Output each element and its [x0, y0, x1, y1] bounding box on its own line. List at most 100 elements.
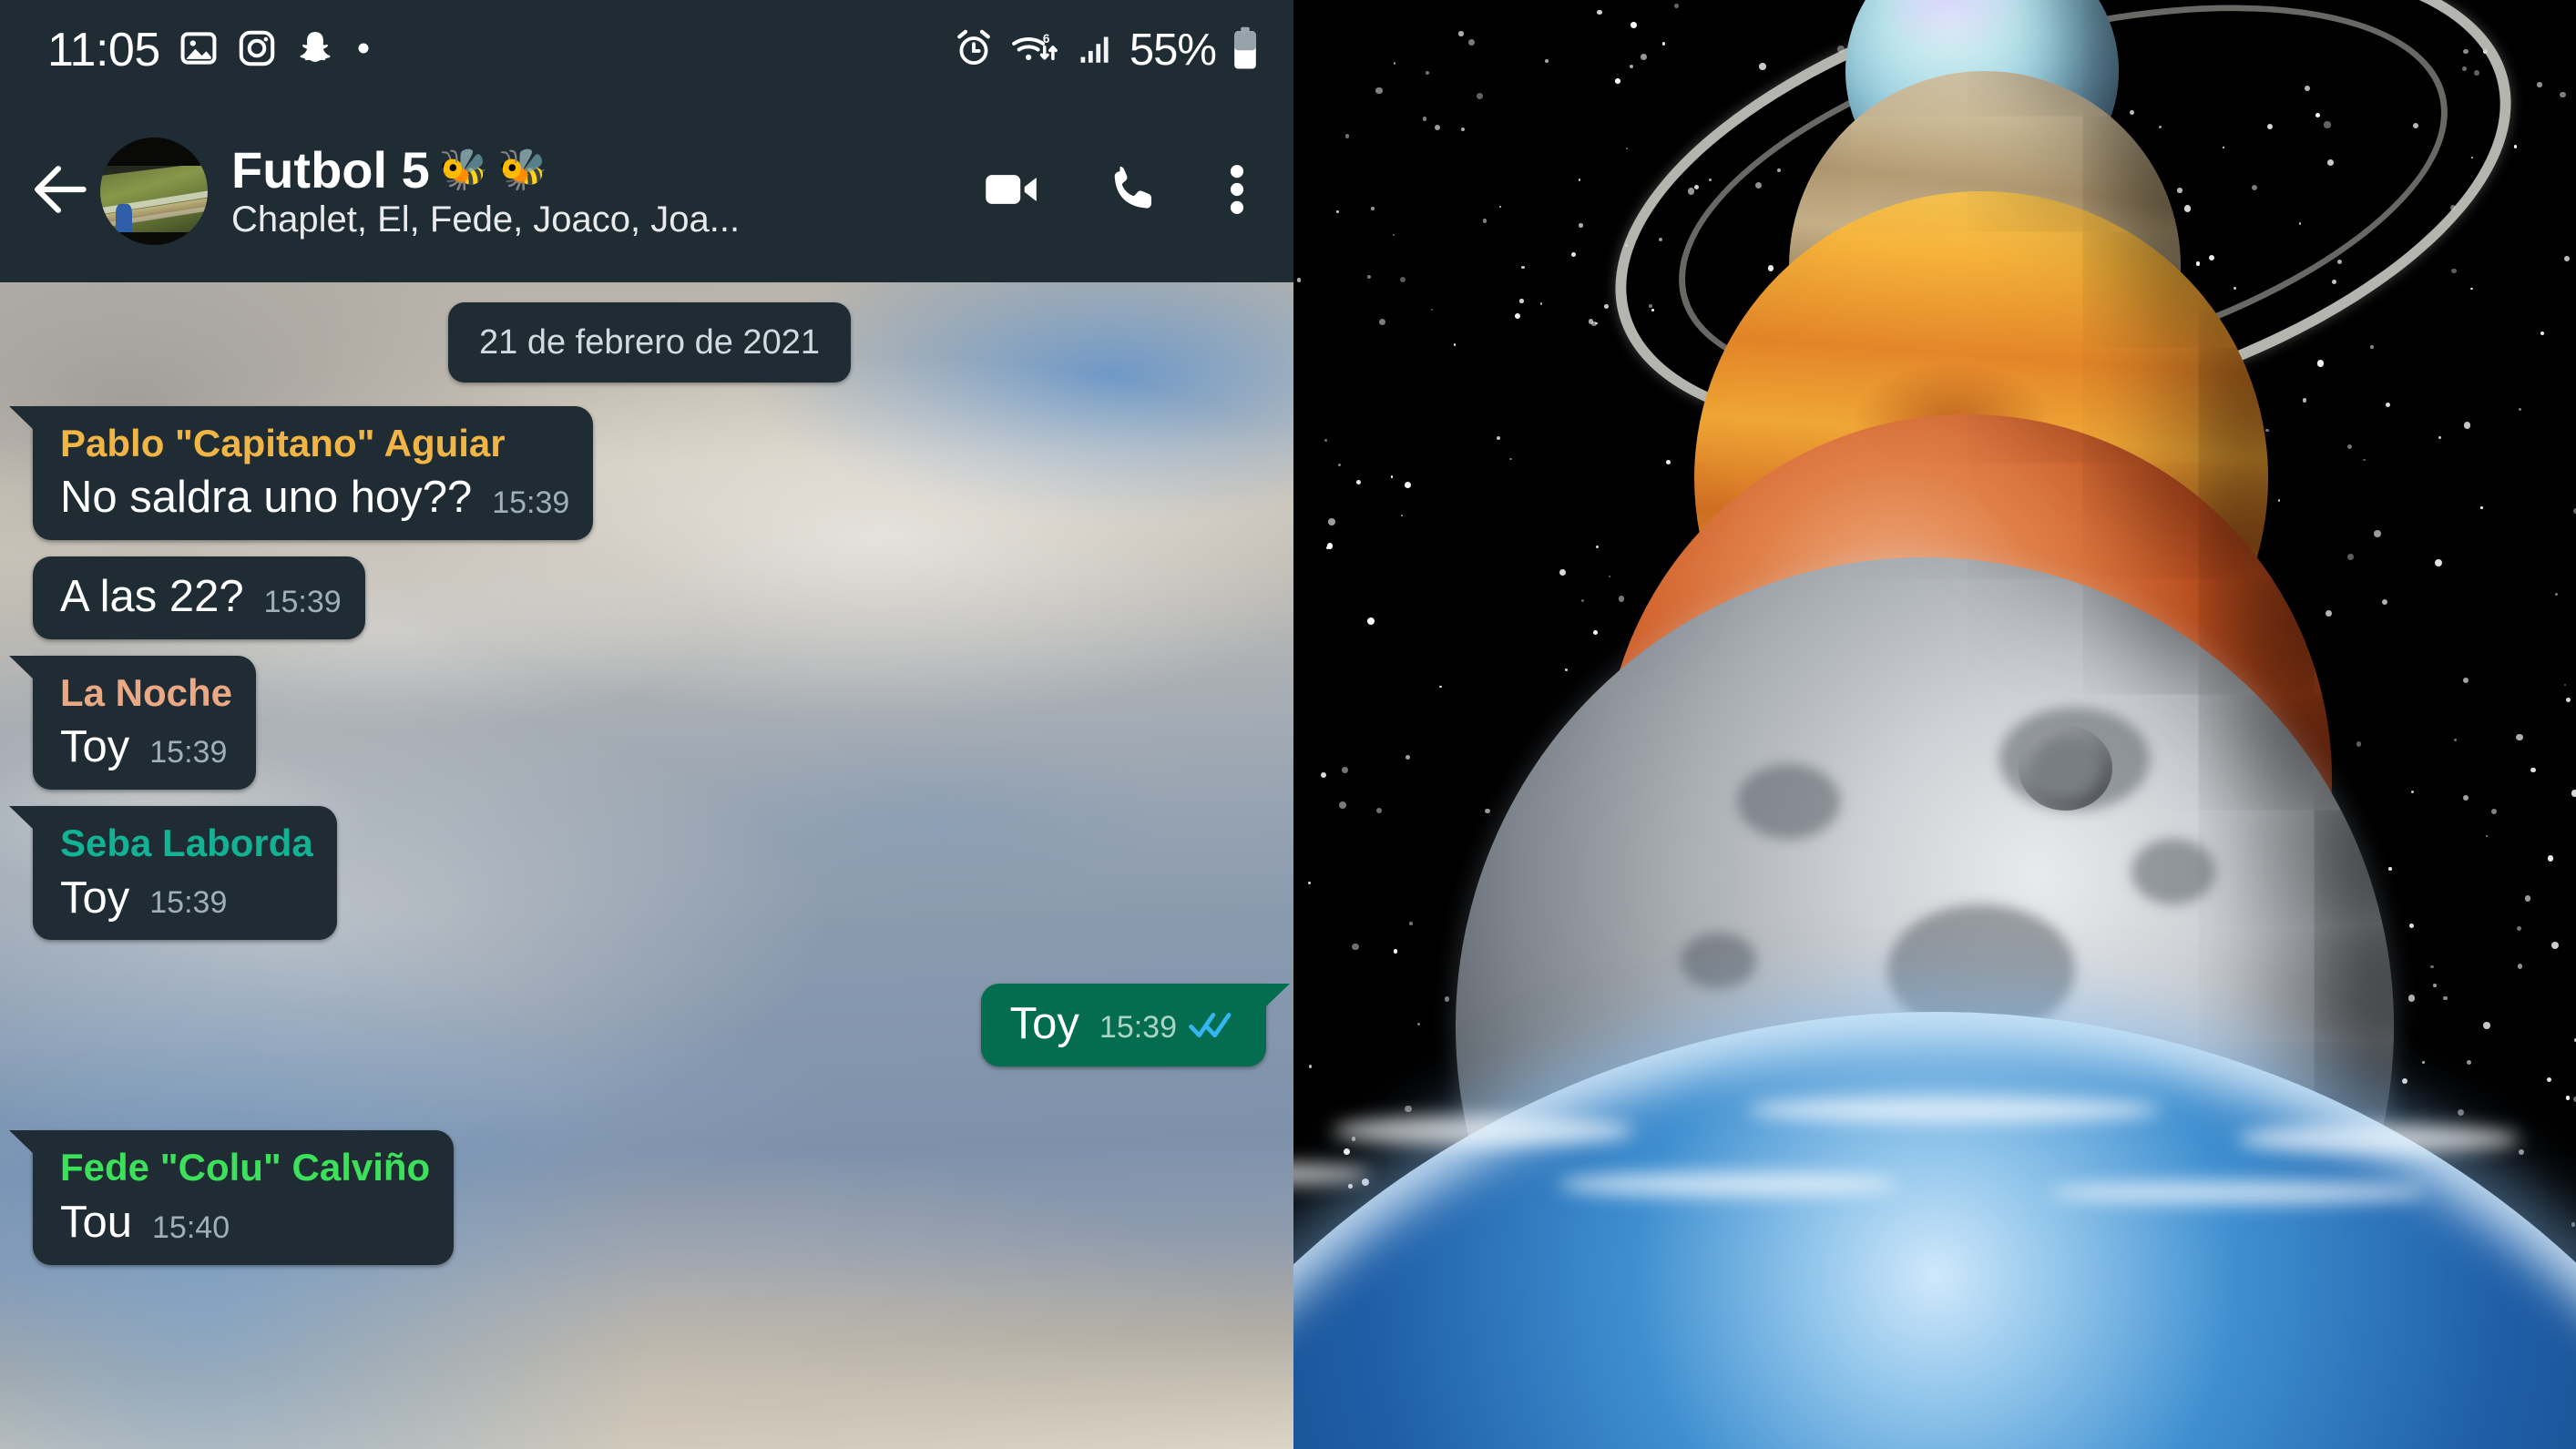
star — [2482, 1022, 2490, 1029]
message-bubble-incoming[interactable]: Seba Laborda Toy 15:39 — [9, 806, 337, 941]
star — [2485, 834, 2488, 838]
instagram-icon — [237, 28, 277, 73]
star — [2443, 995, 2448, 1001]
star — [1367, 617, 1375, 626]
screenshot-root: 11:05 6 55% Futbol 5 🐝 🐝 Chaplet, El, Fe… — [0, 0, 2576, 1449]
star — [1578, 179, 1581, 181]
star — [1376, 807, 1383, 813]
star — [1579, 223, 1583, 228]
star — [1378, 318, 1386, 326]
star — [1339, 801, 1347, 810]
message-time: 15:39 — [149, 735, 228, 770]
star — [1390, 475, 1394, 478]
star — [1431, 309, 1434, 311]
star — [1630, 21, 1638, 29]
star — [1371, 207, 1375, 211]
star — [2401, 1077, 2408, 1085]
avatar[interactable] — [100, 138, 208, 245]
earth-cloud — [2049, 1181, 2427, 1205]
status-clock: 11:05 — [47, 24, 160, 77]
star — [1392, 233, 1395, 236]
star — [1458, 31, 1464, 36]
star — [1425, 70, 1430, 75]
message-sender: La Noche — [60, 671, 233, 715]
star — [2546, 1077, 2552, 1082]
star — [2563, 256, 2571, 262]
star — [2463, 678, 2469, 684]
star — [2516, 733, 2523, 741]
star — [2325, 609, 2333, 617]
message-bubble-incoming[interactable]: Pablo "Capitano" Aguiar No saldra uno ho… — [8, 406, 594, 541]
message-time: 15:39 — [492, 485, 570, 521]
wifi-icon: 6 — [1009, 28, 1062, 73]
message-bubble-incoming[interactable]: Fede "Colu" Calviño Tou 15:40 — [8, 1130, 455, 1265]
chat-title-label: Futbol 5 — [231, 141, 430, 199]
notification-dot-icon — [353, 38, 373, 63]
date-divider: 21 de febrero de 2021 — [448, 302, 851, 383]
star — [1324, 439, 1327, 442]
star — [1608, 575, 1611, 578]
star — [1344, 134, 1350, 139]
star — [1467, 38, 1476, 46]
star — [2430, 964, 2435, 969]
star — [2435, 559, 2443, 567]
star — [1565, 668, 1569, 672]
star — [1404, 481, 1411, 488]
snapchat-icon — [295, 28, 335, 73]
message-text: Toy — [1009, 999, 1079, 1049]
star — [1394, 62, 1396, 65]
star — [1405, 1105, 1412, 1113]
message-bubble-incoming[interactable]: A las 22? 15:39 — [33, 556, 365, 640]
star — [1438, 685, 1442, 689]
star — [1444, 996, 1449, 1002]
star — [1417, 1022, 1421, 1026]
star — [1352, 943, 1359, 951]
battery-icon — [1232, 26, 1259, 75]
star — [1476, 92, 1483, 99]
earth-cloud — [1559, 1171, 1898, 1197]
star — [1460, 127, 1465, 131]
star — [1545, 59, 1549, 64]
read-receipt-double-check-icon — [1188, 1009, 1241, 1045]
message-text: A las 22? — [60, 572, 244, 622]
star — [2540, 332, 2544, 336]
star — [2385, 403, 2390, 407]
star — [2369, 344, 2375, 350]
overflow-menu-button[interactable] — [1224, 158, 1250, 225]
chat-header-text[interactable]: Futbol 5 🐝 🐝 Chaplet, El, Fede, Joaco, J… — [231, 141, 740, 240]
star — [1308, 1065, 1313, 1069]
star — [1661, 42, 1665, 46]
star — [1337, 464, 1342, 467]
message-bubble-outgoing[interactable]: Toy 15:39 — [980, 984, 1291, 1067]
message-sender: Fede "Colu" Calviño — [60, 1146, 431, 1189]
star — [1619, 596, 1625, 602]
star — [1497, 435, 1500, 440]
star — [1343, 1148, 1351, 1156]
star — [1614, 78, 1620, 85]
message-time: 15:39 — [1099, 1009, 1177, 1045]
message-row: Pablo "Capitano" Aguiar No saldra uno ho… — [8, 406, 1266, 541]
star — [1483, 219, 1487, 223]
message-time: 15:40 — [152, 1209, 230, 1245]
star — [1393, 949, 1398, 954]
star — [2462, 794, 2469, 801]
message-row: A las 22? 15:39 — [33, 556, 1266, 640]
star — [2518, 964, 2523, 969]
star — [1559, 569, 1566, 576]
bee-emoji-1: 🐝 — [438, 147, 489, 192]
star — [2463, 422, 2470, 429]
video-call-button[interactable] — [980, 158, 1042, 225]
star — [2466, 1060, 2472, 1066]
star — [2422, 1061, 2426, 1065]
back-button[interactable] — [26, 156, 97, 228]
star — [2438, 436, 2441, 440]
message-bubble-incoming[interactable]: La Noche Toy 15:39 — [8, 656, 257, 791]
star — [2356, 741, 2362, 747]
voice-call-button[interactable] — [1104, 160, 1162, 223]
star — [2480, 506, 2484, 510]
star — [2302, 397, 2307, 403]
star — [1453, 343, 1457, 346]
message-meta: 15:39 — [264, 587, 342, 623]
star — [1434, 124, 1441, 131]
star — [1519, 299, 1524, 303]
